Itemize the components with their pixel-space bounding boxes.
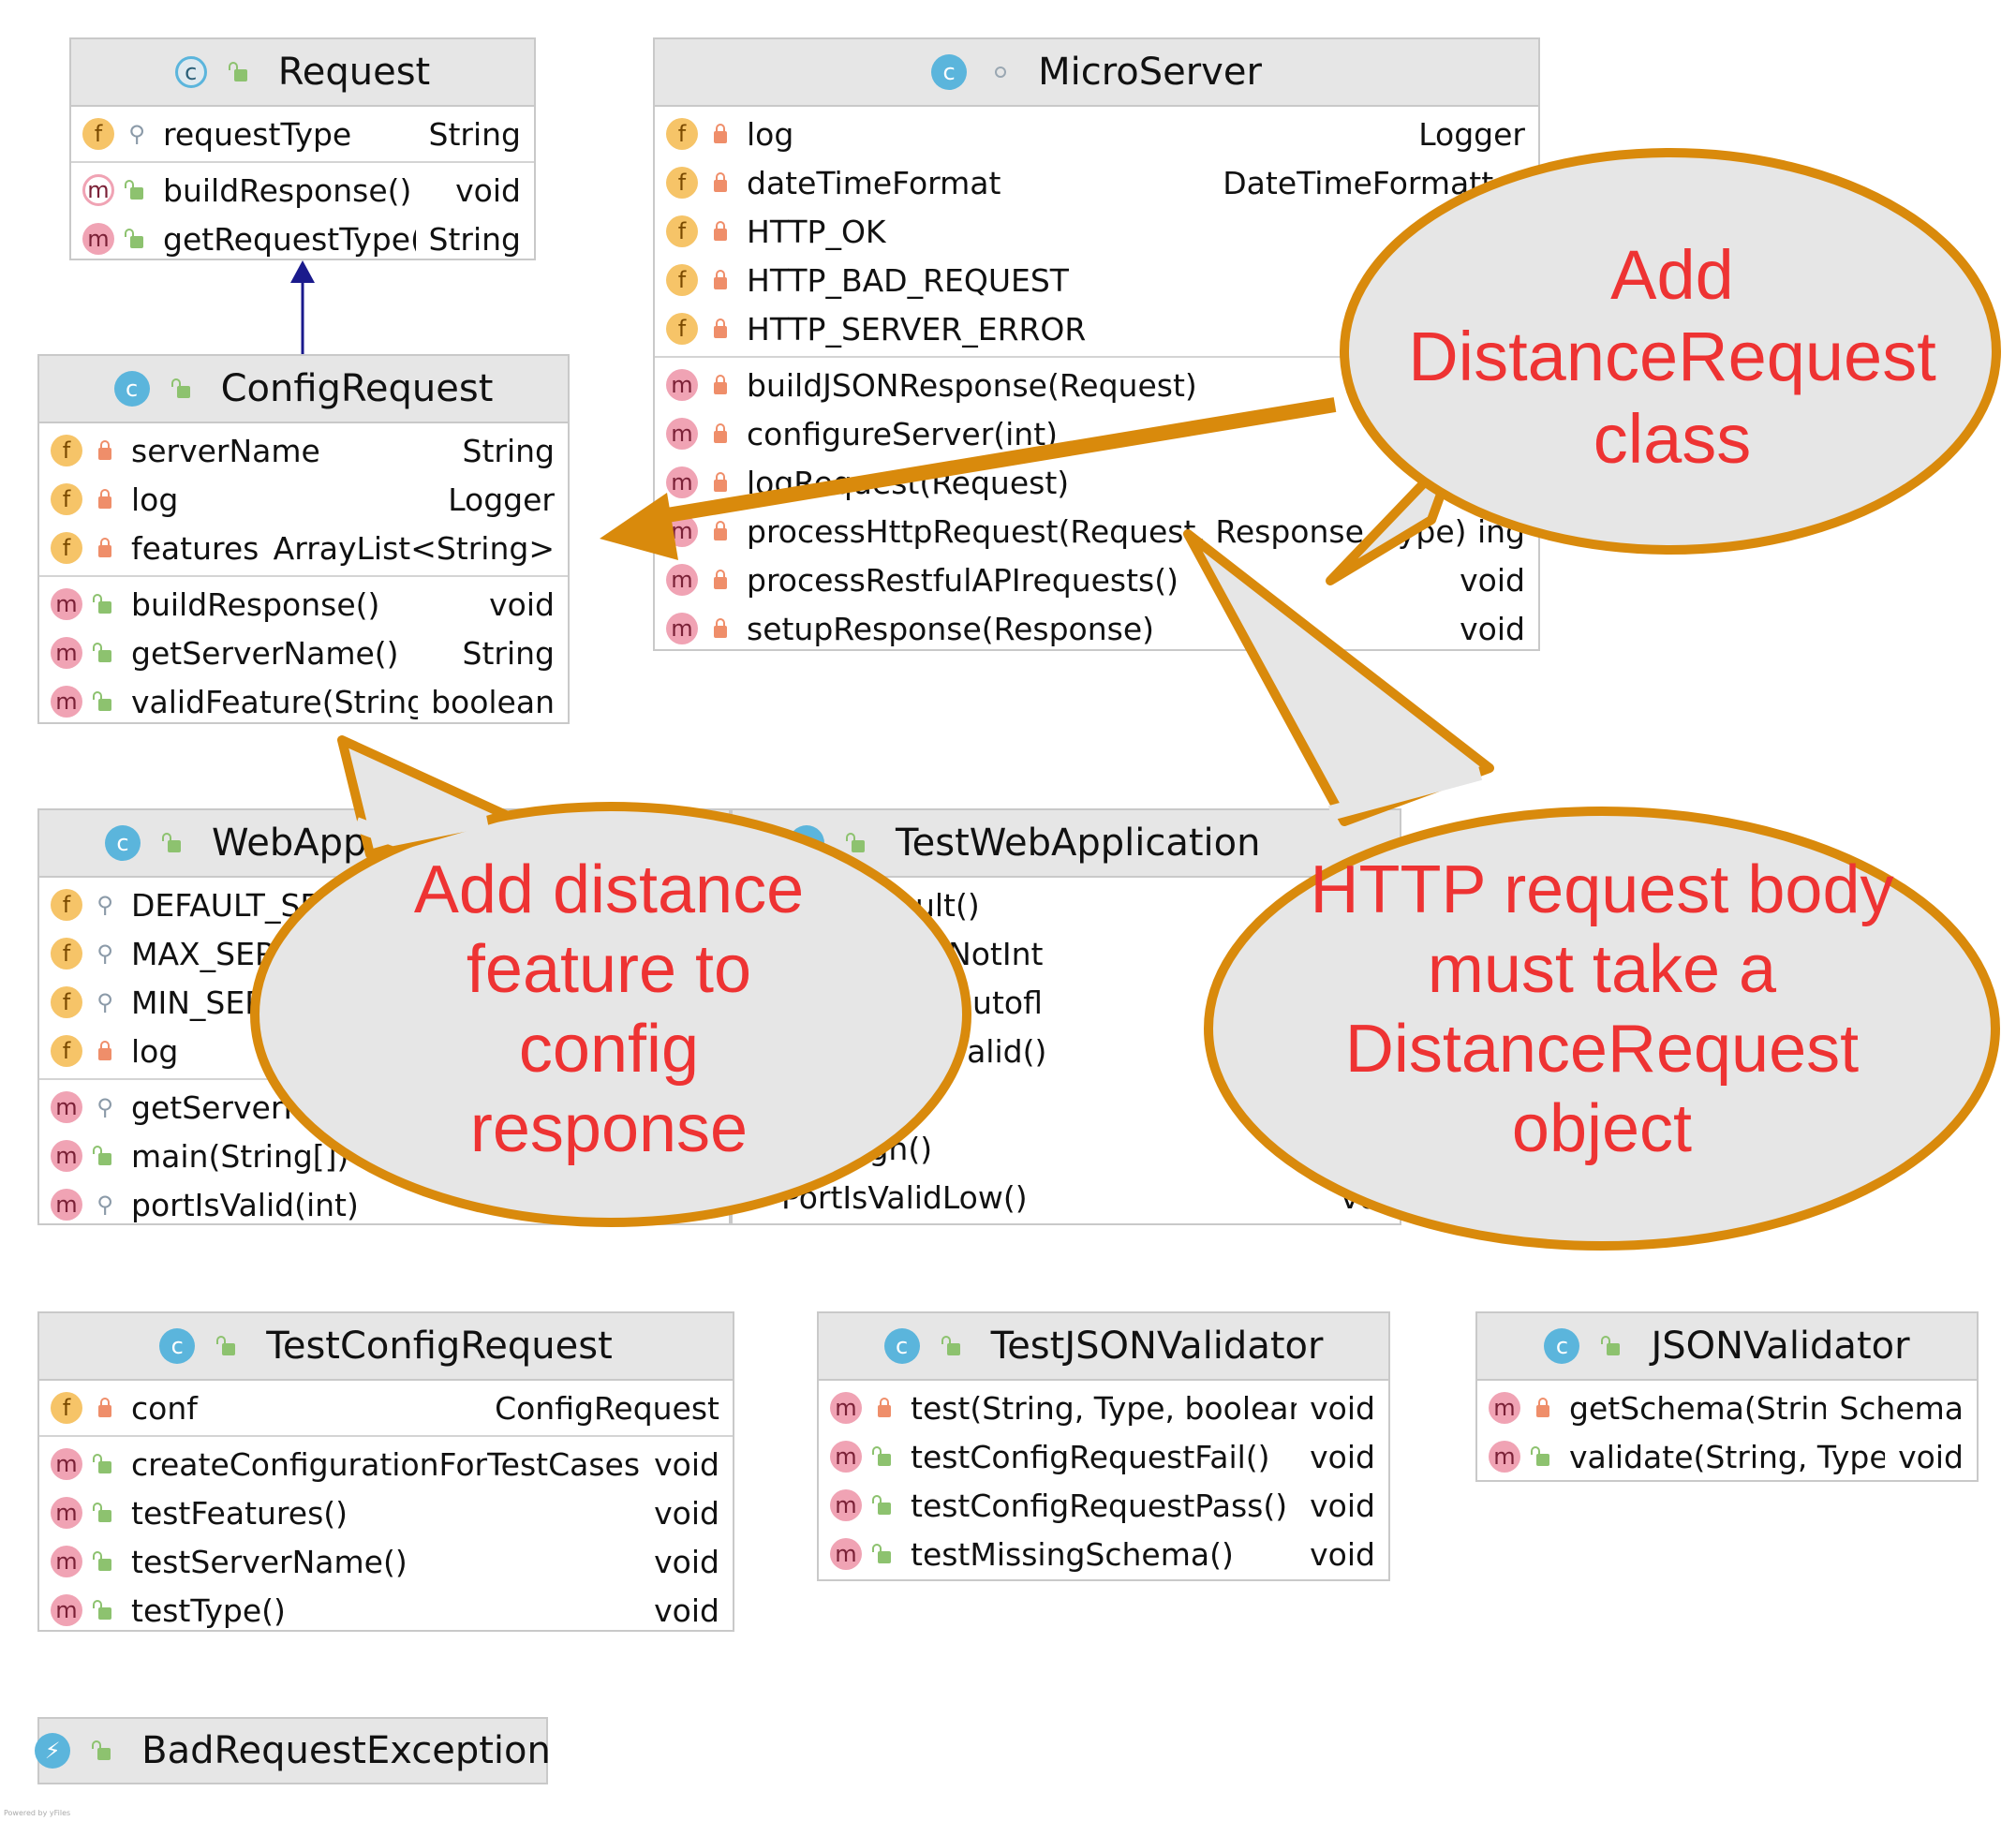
bubble-line: feature to (466, 931, 752, 1007)
inheritance-arrow (290, 260, 315, 354)
bubble-text-distance-request: Add DistanceRequest class (1386, 234, 1958, 480)
bubble-line: response (469, 1090, 749, 1166)
orange-arrow (600, 397, 1337, 560)
bubble-line: config (518, 1011, 700, 1087)
bubble-line: object (1511, 1090, 1693, 1166)
bubble-line: class (1593, 399, 1752, 478)
bubble-text-http-body: HTTP request body must take a DistanceRe… (1237, 851, 1967, 1169)
bubble-line: Add distance (413, 852, 805, 927)
bubble-line: HTTP request body (1310, 852, 1894, 927)
bubble-line: must take a (1427, 931, 1777, 1007)
bubble-line: DistanceRequest (1344, 1011, 1860, 1087)
bubble-line: DistanceRequest (1408, 318, 1936, 396)
bubble-text-distance-feature: Add distance feature to config response (328, 851, 890, 1169)
bubble-line: Add (1610, 236, 1734, 314)
